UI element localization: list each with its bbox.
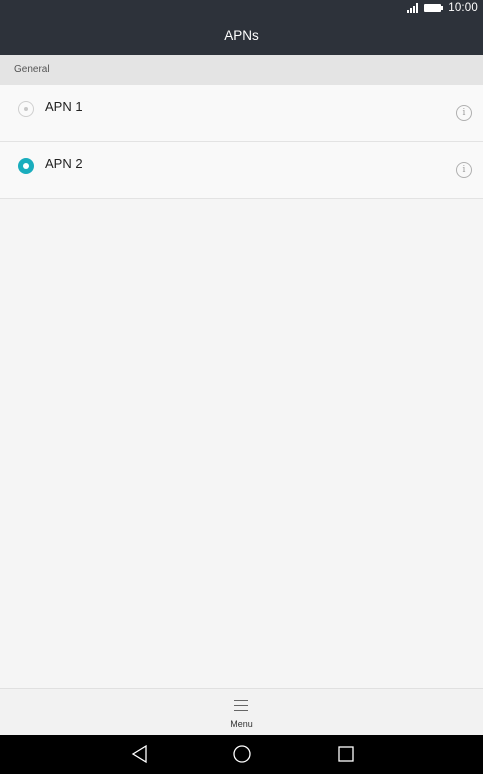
section-header-general: General (0, 55, 483, 85)
recent-apps-icon[interactable] (335, 743, 357, 765)
apn-list: APN 1 i APN 2 i (0, 85, 483, 199)
app-header: 10:00 APNs (0, 0, 483, 55)
radio-unselected-icon[interactable] (18, 101, 34, 117)
signal-icon (407, 3, 419, 13)
back-icon[interactable] (129, 743, 151, 765)
page-title: APNs (224, 28, 259, 43)
menu-button[interactable]: Menu (0, 688, 483, 735)
apn-label: APN 2 (45, 156, 83, 171)
info-icon[interactable]: i (456, 105, 472, 121)
status-indicators: 10:00 (407, 2, 478, 14)
apn-label: APN 1 (45, 99, 83, 114)
home-icon[interactable] (231, 743, 253, 765)
apn-item-2[interactable]: APN 2 i (0, 142, 483, 199)
status-time: 10:00 (448, 2, 478, 14)
radio-selected-icon[interactable] (18, 158, 34, 174)
info-icon[interactable]: i (456, 162, 472, 178)
navigation-bar (0, 735, 483, 774)
menu-icon[interactable] (234, 700, 248, 711)
status-bar: 10:00 (0, 0, 483, 17)
battery-icon (424, 4, 444, 12)
menu-label: Menu (230, 719, 253, 729)
apn-item-1[interactable]: APN 1 i (0, 85, 483, 142)
